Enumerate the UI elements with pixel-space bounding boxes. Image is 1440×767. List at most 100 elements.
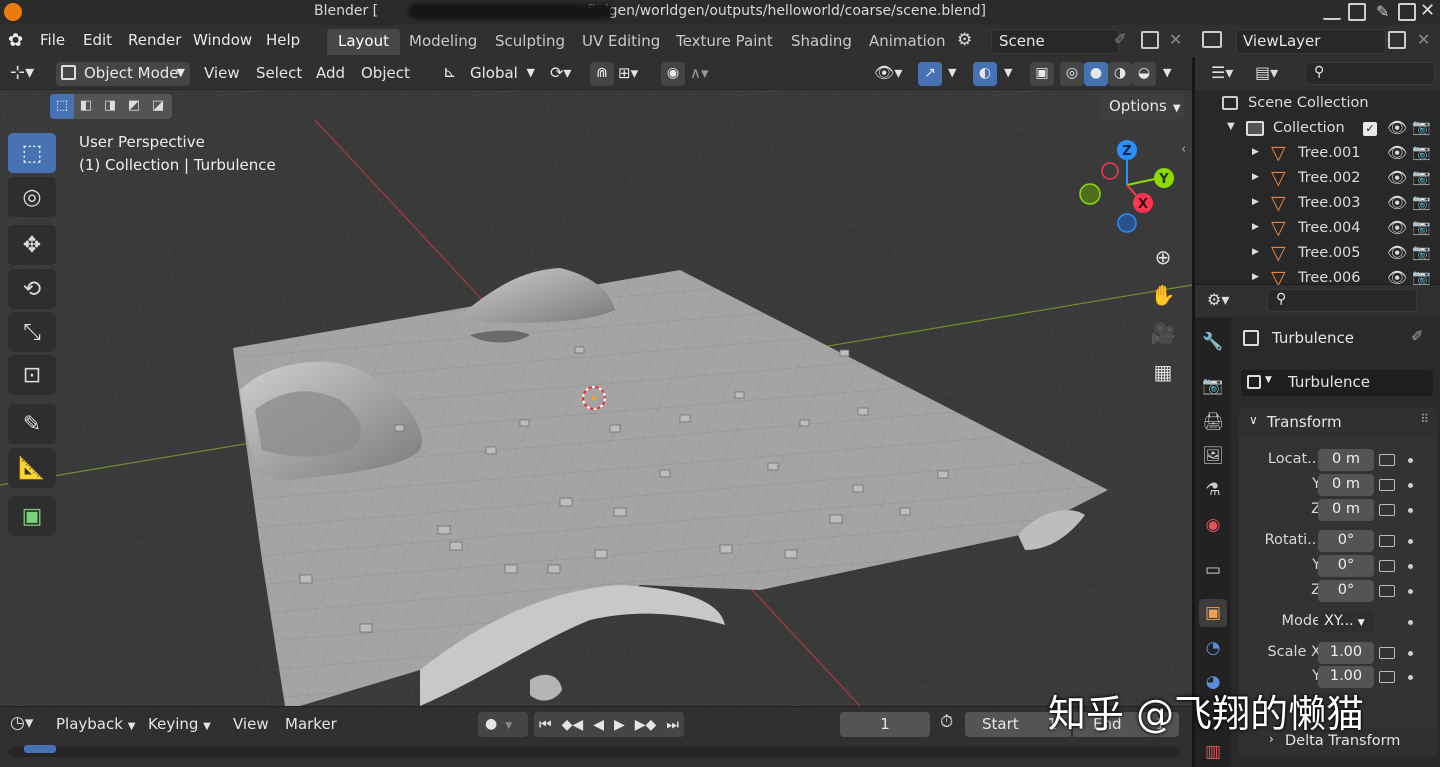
xray-toggle-icon[interactable]: ▣: [1030, 62, 1054, 86]
outliner-search-input[interactable]: ⚲: [1305, 62, 1435, 85]
pin-properties-icon[interactable]: ✐: [1411, 327, 1424, 345]
object-properties-tab-icon[interactable]: ▣: [1199, 599, 1227, 627]
pin-scene-icon[interactable]: ✐: [1114, 30, 1127, 48]
camera-render-icon[interactable]: 📷: [1412, 218, 1431, 236]
camera-view-icon[interactable]: 🎥: [1146, 316, 1180, 350]
chevron-down-icon[interactable]: ▼: [1163, 57, 1171, 90]
maximize-icon[interactable]: [1398, 3, 1416, 21]
lock-location-x-icon[interactable]: [1379, 454, 1395, 466]
jump-end-icon[interactable]: ⏭: [666, 717, 679, 733]
header-menu-select[interactable]: Select: [256, 57, 302, 90]
keyframe-dot-icon[interactable]: [1408, 589, 1413, 594]
timeline-menu-keying[interactable]: Keying ▼: [148, 715, 211, 733]
proportional-edit-icon[interactable]: ◉: [661, 62, 685, 86]
lock-scale-y-icon[interactable]: [1379, 671, 1395, 683]
rotate-tool-icon[interactable]: ⟲: [8, 269, 56, 309]
eye-icon[interactable]: 👁: [1387, 243, 1407, 262]
rotation-mode-dropdown[interactable]: XY... ▼: [1318, 611, 1374, 633]
outliner-collection[interactable]: ▼ Collection ✓ 👁 📷: [1195, 117, 1440, 142]
timeline-menu-view[interactable]: View: [233, 715, 269, 733]
output-properties-tab-icon[interactable]: 🖨: [1199, 408, 1227, 436]
rendered-shading-icon[interactable]: ◒: [1132, 62, 1156, 86]
render-properties-tab-icon[interactable]: 📷: [1199, 372, 1227, 400]
keyframe-dot-icon[interactable]: [1408, 651, 1413, 656]
eye-icon[interactable]: 👁: [1387, 143, 1407, 162]
zoom-icon[interactable]: ⊕: [1146, 240, 1180, 274]
rotation-x-field[interactable]: 0°: [1318, 530, 1374, 552]
location-x-field[interactable]: 0 m: [1318, 449, 1374, 471]
expand-arrow-icon[interactable]: ▶: [1252, 197, 1259, 207]
menu-edit[interactable]: Edit: [83, 25, 112, 57]
transform-tool-icon[interactable]: ⊡: [8, 355, 56, 395]
eye-icon[interactable]: 👁: [1387, 193, 1407, 212]
current-frame-field[interactable]: 1: [840, 712, 930, 737]
viewlayer-name-field[interactable]: ViewLayer: [1236, 29, 1386, 54]
menu-file[interactable]: File: [40, 25, 65, 57]
object-mode-dropdown[interactable]: Object Mode ▼: [56, 62, 190, 86]
lock-rotation-z-icon[interactable]: [1379, 585, 1395, 597]
camera-render-icon[interactable]: 📷: [1412, 168, 1431, 186]
viewport-scene[interactable]: [0, 90, 1192, 706]
properties-editor-icon[interactable]: ⚙▾: [1207, 290, 1229, 309]
transform-panel-header[interactable]: ∨ Transform ⠿: [1239, 408, 1437, 438]
jump-keyframe-forward-icon[interactable]: ▶◆: [635, 717, 657, 733]
eye-icon[interactable]: 👁: [1387, 218, 1407, 237]
options-dropdown[interactable]: Options ▼: [1100, 94, 1184, 119]
outliner-item[interactable]: ▶ ▽ Tree.001 👁 📷: [1195, 142, 1440, 167]
camera-render-icon[interactable]: 📷: [1412, 118, 1431, 136]
annotate-tool-icon[interactable]: ✎: [8, 404, 56, 444]
close-window-icon[interactable]: ✕: [1420, 0, 1435, 21]
modifier-properties-tab-icon[interactable]: ◔: [1199, 634, 1227, 662]
playhead[interactable]: [24, 745, 56, 753]
lock-rotation-y-icon[interactable]: [1379, 560, 1395, 572]
cursor-tool-icon[interactable]: ◎: [8, 177, 56, 217]
collection-properties-tab-icon[interactable]: ▭: [1199, 556, 1227, 584]
eye-icon[interactable]: 👁: [1387, 118, 1407, 137]
keyframe-dot-icon[interactable]: [1408, 539, 1413, 544]
tab-texture-paint[interactable]: Texture Paint: [665, 29, 784, 55]
keyframe-dot-icon[interactable]: [1408, 458, 1413, 463]
snap-target-icon[interactable]: ⊞▾: [618, 57, 638, 90]
move-tool-icon[interactable]: ✥: [8, 225, 56, 265]
expand-arrow-icon[interactable]: ▶: [1252, 222, 1259, 232]
select-extend-icon[interactable]: ◧: [74, 94, 98, 119]
select-intersect-icon[interactable]: ◪: [146, 94, 170, 119]
location-y-field[interactable]: 0 m: [1318, 474, 1374, 496]
add-cube-tool-icon[interactable]: ▣: [8, 496, 56, 536]
eye-icon[interactable]: 👁: [1387, 168, 1407, 187]
header-menu-add[interactable]: Add: [316, 57, 345, 90]
outliner-item[interactable]: ▶ ▽ Tree.004 👁 📷: [1195, 217, 1440, 242]
timeline-editor-icon[interactable]: ◷▾: [10, 713, 33, 733]
expand-arrow-icon[interactable]: ▶: [1252, 247, 1259, 257]
expand-arrow-icon[interactable]: ▶: [1252, 272, 1259, 282]
material-shading-icon[interactable]: ◑: [1108, 62, 1132, 86]
play-icon[interactable]: ▶: [614, 717, 625, 733]
header-menu-object[interactable]: Object: [361, 57, 410, 90]
camera-render-icon[interactable]: 📷: [1412, 193, 1431, 211]
tab-modeling[interactable]: Modeling: [398, 29, 488, 55]
timeline-menu-playback[interactable]: Playback ▼: [56, 715, 135, 733]
lock-location-y-icon[interactable]: [1379, 479, 1395, 491]
chevron-down-icon[interactable]: ▼: [1004, 57, 1012, 90]
camera-render-icon[interactable]: 📷: [1412, 268, 1431, 286]
drag-handle-icon[interactable]: ⠿: [1420, 412, 1429, 426]
view-layer-tab-icon[interactable]: 🖼: [1199, 442, 1227, 470]
jump-keyframe-back-icon[interactable]: ◆◀: [562, 717, 584, 733]
tab-shading[interactable]: Shading: [780, 29, 863, 55]
minimize-icon[interactable]: [1323, 10, 1341, 20]
pan-hand-icon[interactable]: ✋: [1146, 278, 1180, 312]
select-box-tool-icon[interactable]: ⬚: [8, 133, 56, 173]
keyframe-dot-icon[interactable]: [1408, 508, 1413, 513]
gizmo-toggle-icon[interactable]: ↗: [918, 62, 942, 86]
transform-orientation-dropdown[interactable]: ⊾ Global ▼: [440, 62, 538, 86]
outliner-item[interactable]: ▶ ▽ Tree.003 👁 📷: [1195, 192, 1440, 217]
scale-x-field[interactable]: 1.00: [1318, 642, 1374, 664]
chevron-down-icon[interactable]: ▼: [948, 57, 956, 90]
physics-tab-icon[interactable]: ▥: [1199, 738, 1227, 766]
stopwatch-icon[interactable]: ⏱: [940, 712, 953, 732]
properties-search-input[interactable]: ⚲: [1267, 289, 1417, 312]
play-reverse-icon[interactable]: ◀: [593, 717, 604, 733]
tab-sculpting[interactable]: Sculpting: [484, 29, 576, 55]
blender-menu-icon[interactable]: ✿: [8, 25, 23, 57]
display-mode-icon[interactable]: ▤▾: [1255, 63, 1278, 82]
